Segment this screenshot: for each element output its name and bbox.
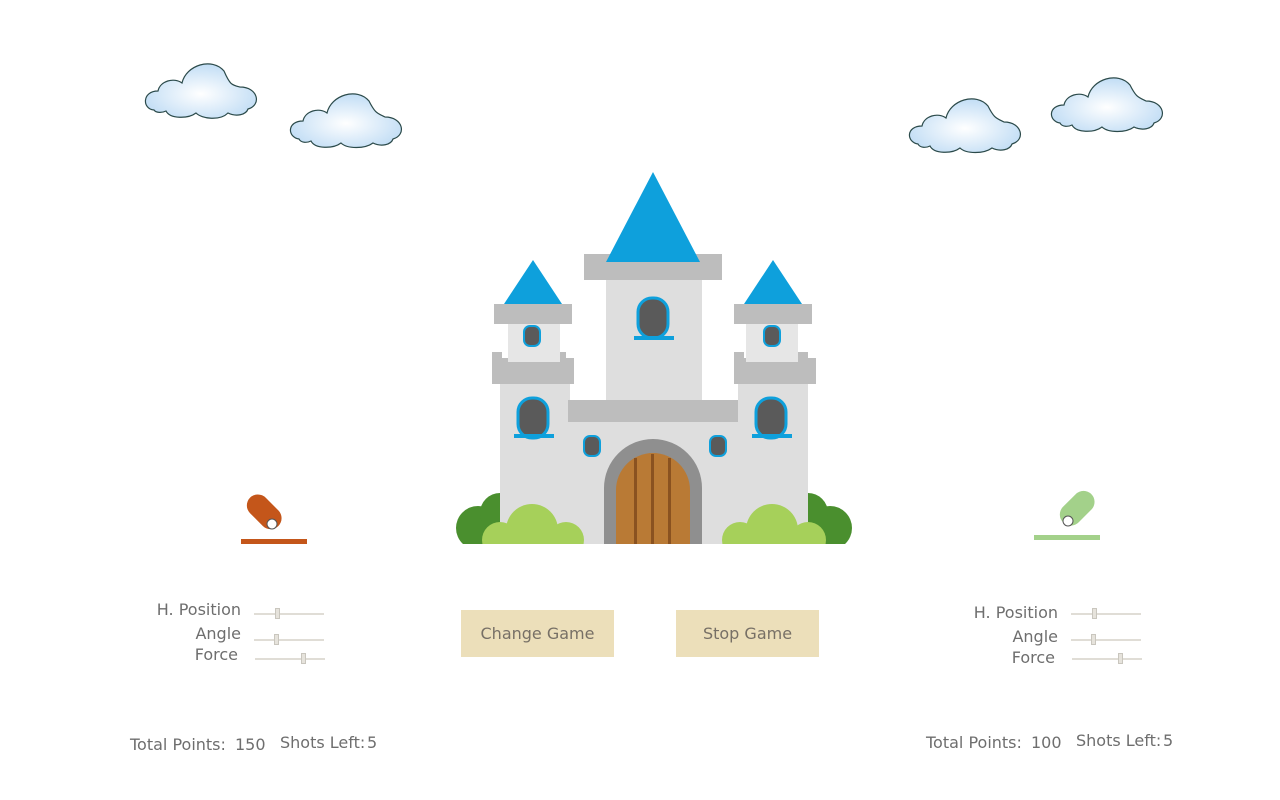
p1-angle-slider[interactable] — [254, 634, 324, 646]
cloud-icon — [144, 63, 257, 119]
cannon-base — [241, 539, 307, 544]
change-game-button[interactable]: Change Game — [461, 610, 614, 657]
slider-thumb[interactable] — [274, 634, 279, 645]
p1-angle-label: Angle — [195, 624, 241, 643]
p1-h-position-slider[interactable] — [254, 608, 324, 620]
slider-thumb[interactable] — [301, 653, 306, 664]
p1-shots-left-label: Shots Left: — [280, 733, 366, 752]
slider-thumb[interactable] — [1091, 634, 1096, 645]
player2-cannon — [1034, 490, 1100, 540]
p1-shots-left-value: 5 — [367, 733, 378, 752]
cannon-barrel — [1059, 490, 1095, 526]
p2-angle-slider[interactable] — [1071, 634, 1141, 646]
cloud-icon — [289, 93, 402, 149]
player1-cannon — [241, 494, 307, 544]
slider-thumb[interactable] — [1092, 608, 1097, 619]
p1-force-label: Force — [194, 645, 238, 664]
p2-force-slider[interactable] — [1072, 653, 1142, 665]
cannon-base — [1034, 535, 1100, 540]
p1-total-points-label: Total Points: — [130, 735, 226, 754]
p1-h-position-label: H. Position — [156, 600, 241, 619]
p1-total-points-value: 150 — [235, 735, 266, 754]
castle-icon — [438, 172, 870, 548]
p2-shots-left-label: Shots Left: — [1076, 731, 1162, 750]
cannon-barrel — [246, 494, 282, 530]
p2-h-position-label: H. Position — [973, 603, 1058, 622]
p2-total-points-value: 100 — [1031, 733, 1062, 752]
p2-force-label: Force — [1011, 648, 1055, 667]
cloud-icon — [908, 98, 1021, 154]
p2-total-points-label: Total Points: — [926, 733, 1022, 752]
p1-force-slider[interactable] — [255, 653, 325, 665]
slider-thumb[interactable] — [1118, 653, 1123, 664]
cloud-icon — [1050, 77, 1163, 133]
slider-thumb[interactable] — [275, 608, 280, 619]
stop-game-button[interactable]: Stop Game — [676, 610, 819, 657]
p2-shots-left-value: 5 — [1163, 731, 1174, 750]
p2-angle-label: Angle — [1012, 627, 1058, 646]
p2-h-position-slider[interactable] — [1071, 608, 1141, 620]
